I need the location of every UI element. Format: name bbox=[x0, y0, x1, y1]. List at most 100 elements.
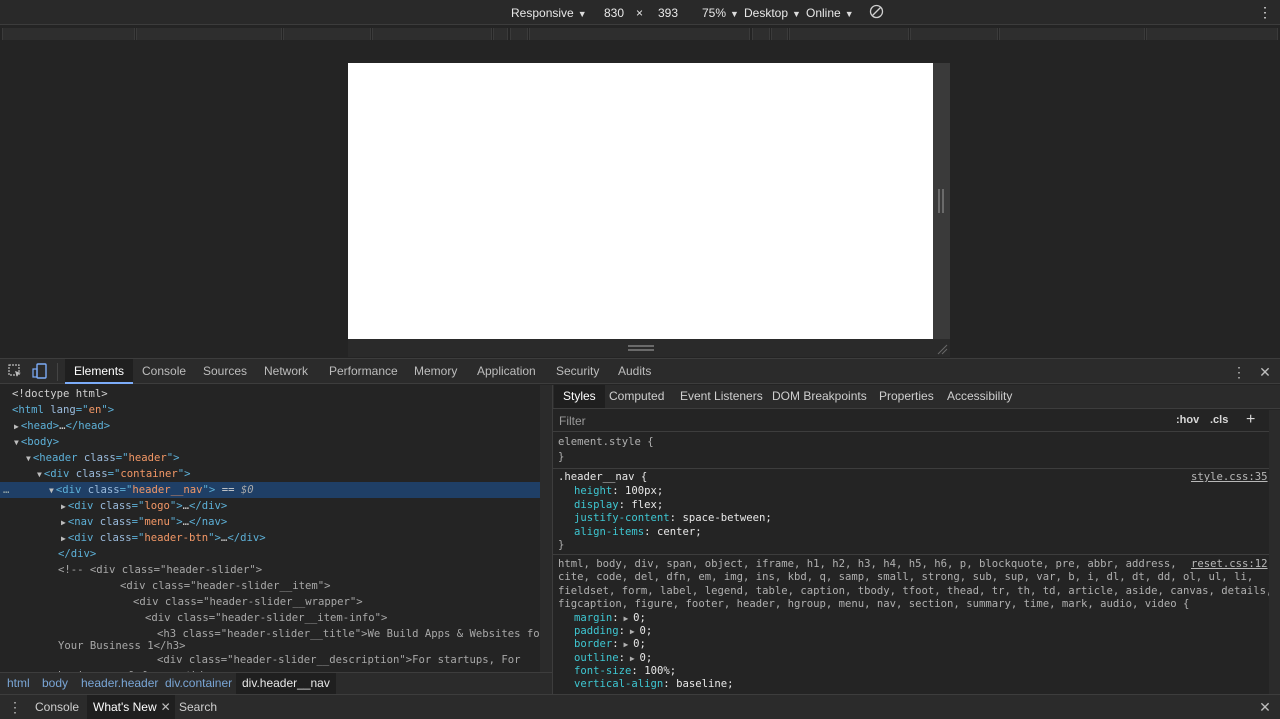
reset-rule-selector[interactable]: figcaption, figure, footer, header, hgro… bbox=[558, 598, 1189, 611]
expand-triangle-icon[interactable]: ▼ bbox=[14, 438, 19, 447]
drawer-tab-bar: ⋮ Console What's New ✕ Search ✕ bbox=[0, 694, 1280, 719]
expand-triangle-icon[interactable]: ▼ bbox=[26, 454, 31, 463]
css-declaration[interactable]: justify-content: space-between; bbox=[574, 512, 772, 525]
mode-select[interactable]: Desktop ▼ bbox=[744, 5, 801, 21]
css-declaration[interactable]: height: 100px; bbox=[574, 485, 663, 498]
close-tab-icon[interactable]: ✕ bbox=[161, 695, 171, 719]
tab-dom-breakpoints[interactable]: DOM Breakpoints bbox=[763, 385, 876, 408]
css-declaration[interactable]: padding: ▶ 0; bbox=[574, 625, 652, 638]
css-declaration[interactable]: font-size: 100%; bbox=[574, 665, 676, 678]
throttling-label: Online bbox=[806, 6, 841, 20]
tab-properties[interactable]: Properties bbox=[870, 385, 943, 408]
node-actions-icon[interactable]: … bbox=[3, 482, 9, 498]
reset-rule-selector[interactable]: html, body, div, span, object, iframe, h… bbox=[558, 558, 1177, 571]
header-nav-rule-selector[interactable]: .header__nav { bbox=[558, 471, 647, 484]
dom-node-token: <!-- <div class="header-slider"> bbox=[58, 564, 263, 576]
expand-shorthand-icon[interactable]: ▶ bbox=[625, 654, 639, 663]
tab-console[interactable]: Console bbox=[133, 359, 195, 384]
rotate-icon[interactable] bbox=[869, 4, 884, 20]
dom-tree[interactable]: <!doctype html> <html lang="en"> ▶ <head>…<… bbox=[0, 385, 552, 672]
rule-selector-line: fieldset, form, label, legend, table, ca… bbox=[558, 584, 1273, 597]
device-toggle-icon[interactable] bbox=[31, 363, 49, 381]
device-viewport[interactable] bbox=[348, 63, 933, 339]
width-input[interactable]: 830 bbox=[604, 5, 624, 21]
class-toggle[interactable]: .cls bbox=[1210, 414, 1228, 426]
close-drawer-icon[interactable]: ✕ bbox=[1256, 698, 1274, 716]
expand-triangle-icon[interactable]: ▶ bbox=[14, 422, 19, 431]
css-declaration[interactable]: vertical-align: baseline; bbox=[574, 678, 733, 691]
drawer-tab-console[interactable]: Console bbox=[29, 695, 85, 719]
expand-triangle-icon[interactable]: ▼ bbox=[37, 470, 42, 479]
css-declaration[interactable]: outline: ▶ 0; bbox=[574, 652, 652, 665]
new-rule-icon[interactable]: + bbox=[1246, 411, 1255, 429]
height-input[interactable]: 393 bbox=[658, 5, 678, 21]
dom-node-token: <div bbox=[67, 500, 100, 512]
times-icon: × bbox=[636, 6, 644, 20]
drawer-menu-icon[interactable]: ⋮ bbox=[6, 698, 24, 716]
drawer-tab-search[interactable]: Search bbox=[173, 695, 223, 719]
zoom-select[interactable]: 75% ▼ bbox=[702, 5, 739, 21]
dom-node-token: </div> bbox=[227, 532, 266, 544]
expand-shorthand-icon[interactable]: ▶ bbox=[619, 614, 633, 623]
viewport-resize-handle-bottom[interactable] bbox=[348, 339, 933, 357]
breadcrumb-container[interactable]: div.container bbox=[159, 673, 238, 694]
viewport-resize-handle-corner[interactable] bbox=[933, 339, 950, 357]
drawer-tab-whats-new[interactable]: What's New ✕ bbox=[87, 695, 175, 719]
tab-sources[interactable]: Sources bbox=[194, 359, 256, 384]
media-query-ruler[interactable] bbox=[0, 25, 1280, 43]
inspect-element-icon[interactable] bbox=[6, 363, 24, 381]
css-property-value: 0; bbox=[639, 625, 653, 638]
css-declaration[interactable]: display: flex; bbox=[574, 499, 663, 512]
tab-event-listeners[interactable]: Event Listeners bbox=[671, 385, 772, 408]
close-devtools-icon[interactable]: ✕ bbox=[1256, 363, 1274, 381]
reset-rule-selector[interactable]: fieldset, form, label, legend, table, ca… bbox=[558, 585, 1272, 598]
tab-styles[interactable]: Styles bbox=[554, 385, 605, 408]
breadcrumb-html[interactable]: html bbox=[1, 673, 36, 694]
styles-filter-input[interactable]: Filter bbox=[559, 414, 586, 428]
more-options-icon[interactable]: ⋮ bbox=[1258, 4, 1272, 20]
viewport-resize-handle-right[interactable] bbox=[933, 63, 950, 339]
tab-audits[interactable]: Audits bbox=[609, 359, 660, 384]
css-property-name: align-items bbox=[574, 525, 645, 538]
css-declaration[interactable]: margin: ▶ 0; bbox=[574, 612, 646, 625]
devtools-tab-bar: Elements Console Sources Network Perform… bbox=[0, 358, 1280, 384]
breadcrumb-header[interactable]: header.header bbox=[75, 673, 164, 694]
breadcrumb-header-nav[interactable]: div.header__nav bbox=[236, 673, 336, 694]
tab-application[interactable]: Application bbox=[468, 359, 545, 384]
dom-tree-scrollbar[interactable] bbox=[540, 385, 552, 672]
reset-rule-selector[interactable]: cite, code, del, dfn, em, img, ins, kbd,… bbox=[558, 571, 1253, 584]
breadcrumb-body[interactable]: body bbox=[36, 673, 74, 694]
tab-memory[interactable]: Memory bbox=[405, 359, 466, 384]
tab-elements[interactable]: Elements bbox=[65, 359, 134, 384]
tab-network[interactable]: Network bbox=[255, 359, 317, 384]
expand-shorthand-icon[interactable]: ▶ bbox=[625, 627, 639, 636]
hover-state-toggle[interactable]: :hov bbox=[1176, 414, 1199, 426]
dom-node-selected[interactable]: … ▼ <div class="header__nav"> == $0 bbox=[0, 482, 540, 498]
throttling-select[interactable]: Online ▼ bbox=[806, 5, 854, 21]
dom-node-token: "> bbox=[202, 484, 216, 496]
expand-triangle-icon[interactable]: ▶ bbox=[61, 518, 66, 527]
style-css-link[interactable]: style.css:35 bbox=[1191, 471, 1268, 484]
tab-performance[interactable]: Performance bbox=[320, 359, 407, 384]
expand-triangle-icon[interactable]: ▶ bbox=[61, 534, 66, 543]
tab-computed[interactable]: Computed bbox=[600, 385, 673, 408]
expand-triangle-icon[interactable]: ▶ bbox=[61, 502, 66, 511]
dom-node-token: container bbox=[120, 468, 178, 480]
dom-node-token: </div> bbox=[58, 548, 97, 560]
tab-accessibility[interactable]: Accessibility bbox=[938, 385, 1021, 408]
devtools-menu-icon[interactable]: ⋮ bbox=[1230, 363, 1248, 381]
dom-node-token: =" bbox=[107, 468, 121, 480]
tab-security[interactable]: Security bbox=[547, 359, 608, 384]
styles-filter-bar: Filter :hov .cls + bbox=[553, 410, 1269, 432]
reset-css-link[interactable]: reset.css:12 bbox=[1191, 558, 1268, 571]
css-declaration[interactable]: border: ▶ 0; bbox=[574, 638, 646, 651]
element-style-rule[interactable]: element.style { bbox=[558, 436, 654, 449]
dom-node-token: "> bbox=[208, 532, 221, 544]
expand-shorthand-icon[interactable]: ▶ bbox=[619, 640, 633, 649]
css-declaration[interactable]: align-items: center; bbox=[574, 526, 702, 539]
styles-scrollbar[interactable] bbox=[1269, 410, 1280, 694]
styles-pane: Styles Computed Event Listeners DOM Brea… bbox=[552, 385, 1280, 694]
device-select[interactable]: Responsive ▼ bbox=[511, 5, 587, 21]
expand-triangle-icon[interactable]: ▼ bbox=[49, 486, 54, 495]
device-toolbar: Responsive ▼ 830 × 393 75% ▼ Desktop ▼ Onli… bbox=[0, 0, 1280, 25]
